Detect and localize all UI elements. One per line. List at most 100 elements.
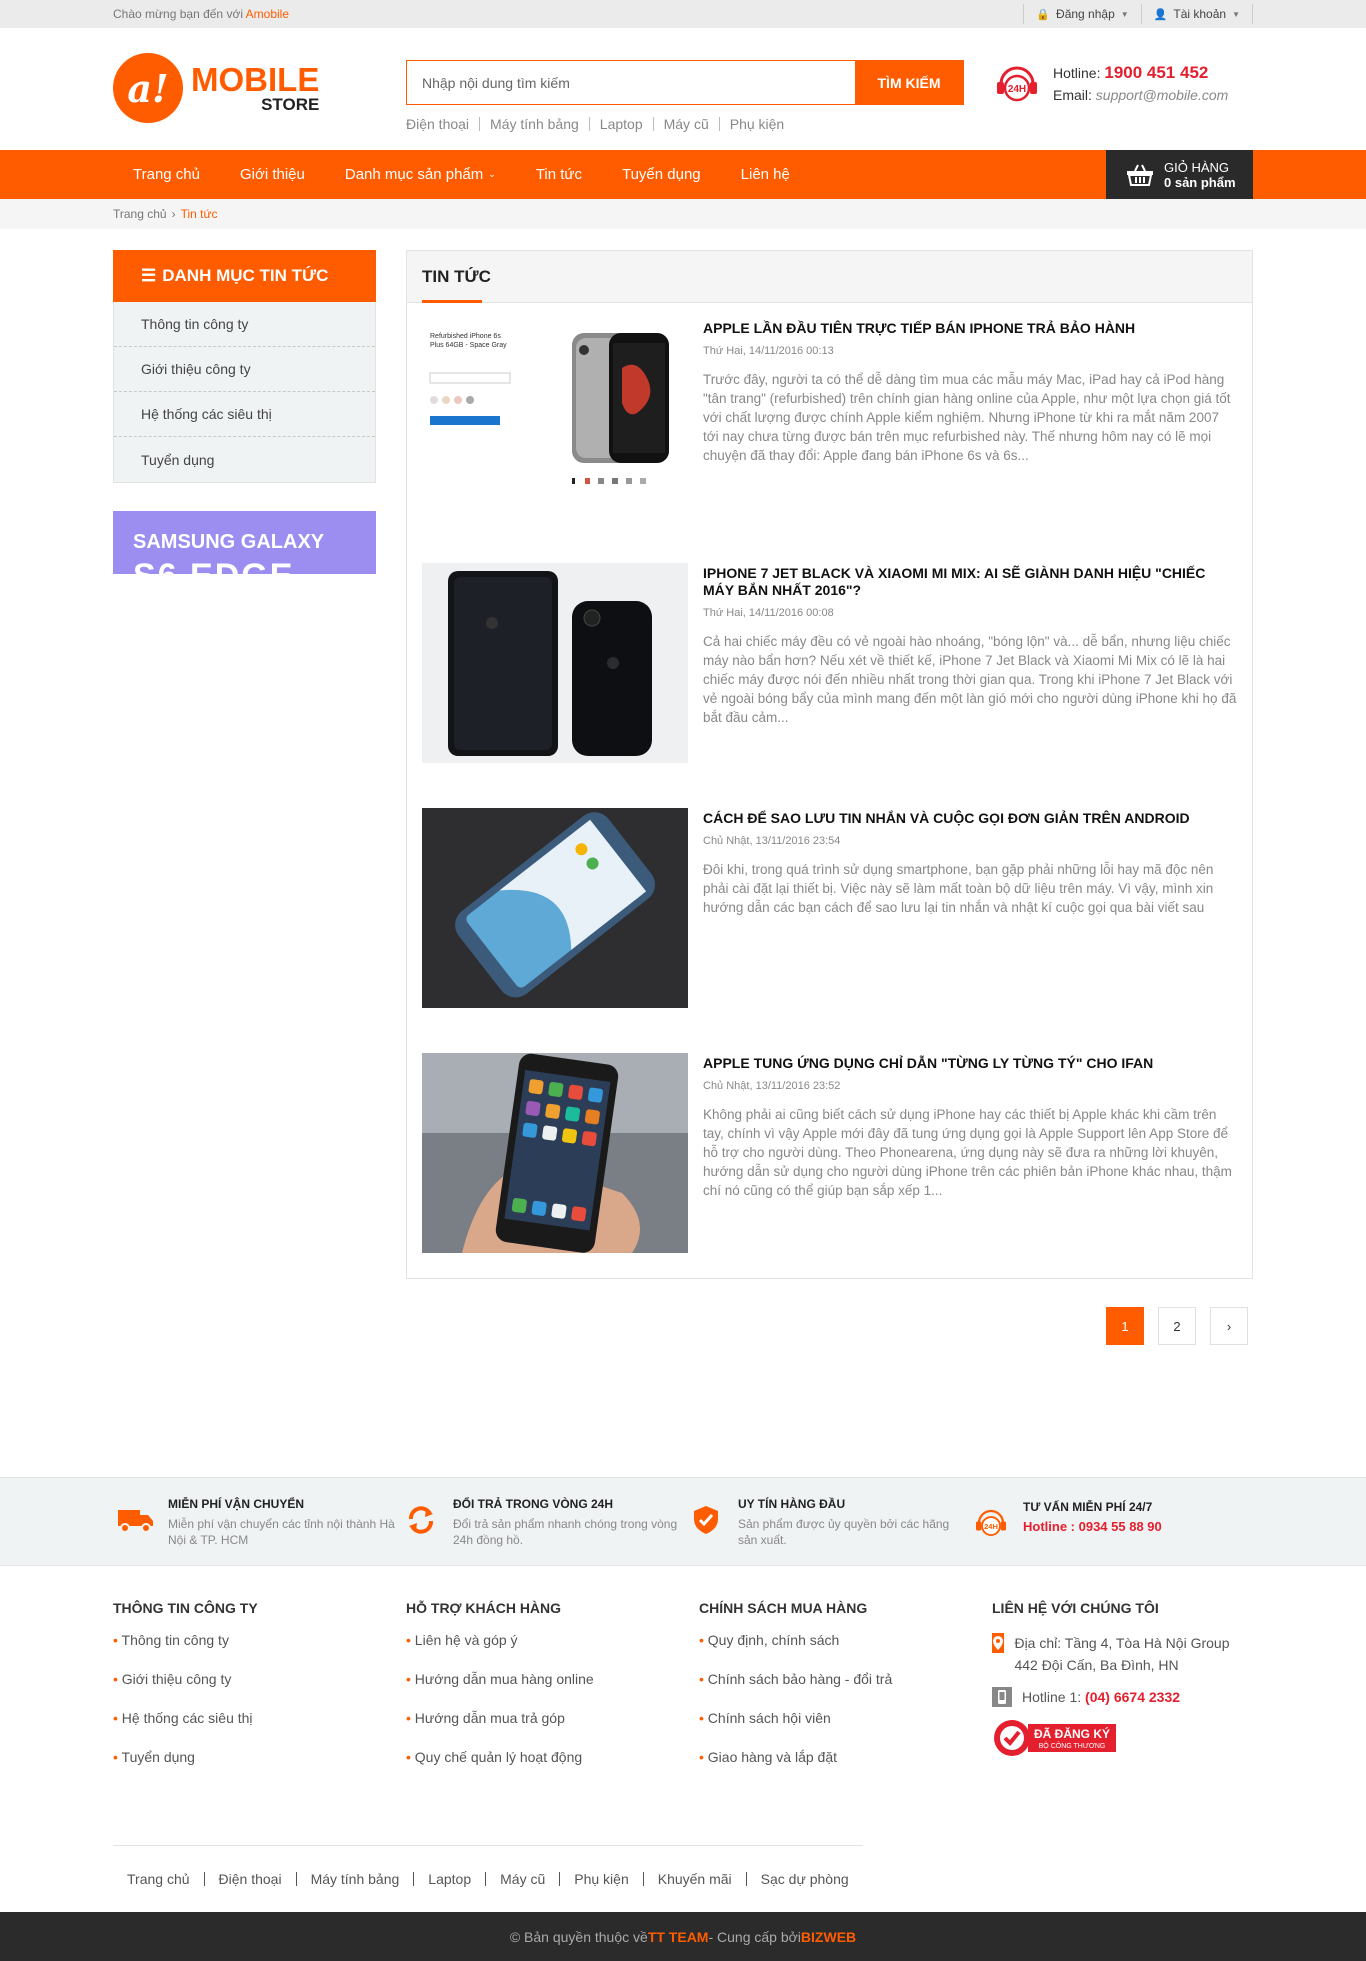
- policy-desc: Miễn phí vận chuyển các tỉnh nội thành H…: [168, 1517, 395, 1547]
- article-thumbnail[interactable]: [422, 563, 688, 763]
- cart-button[interactable]: GIỎ HÀNG 0 sản phẩm: [1106, 150, 1253, 199]
- logo-mark: a!: [113, 53, 183, 123]
- policy-title: MIỄN PHÍ VẬN CHUYỂN: [168, 1497, 305, 1511]
- footer-link[interactable]: Hướng dẫn mua hàng online: [406, 1671, 699, 1710]
- nav-item-contact[interactable]: Liên hệ: [721, 166, 810, 183]
- main-nav: Trang chủ Giới thiệu Danh mục sản phẩm ⌄…: [0, 150, 1366, 199]
- footer-link[interactable]: Liên hệ và góp ý: [406, 1632, 699, 1671]
- email-link[interactable]: support@mobile.com: [1096, 87, 1229, 103]
- logo-store-text: STORE: [261, 95, 320, 114]
- sidebar-title-text: DANH MỤC TIN TỨC: [162, 266, 329, 285]
- sidebar-item-company-intro[interactable]: Giới thiệu công ty: [114, 347, 375, 392]
- sidebar-item-careers[interactable]: Tuyển dụng: [114, 437, 375, 482]
- next-page-button[interactable]: ›: [1210, 1307, 1248, 1345]
- hotline-badge-text: 24H: [1008, 84, 1026, 95]
- welcome-brand-link[interactable]: Amobile: [246, 7, 289, 21]
- footer-nav-link[interactable]: Sạc dự phòng: [745, 1872, 863, 1886]
- footer-link[interactable]: Thông tin công ty: [113, 1632, 406, 1671]
- footer-nav-link[interactable]: Phụ kiện: [559, 1872, 642, 1886]
- promo-banner[interactable]: SAMSUNG GALAXY S6 EDGE: [113, 511, 376, 574]
- footer-link[interactable]: Quy định, chính sách: [699, 1632, 992, 1671]
- footer-link[interactable]: Hướng dẫn mua trả góp: [406, 1710, 699, 1749]
- footer-link[interactable]: Chính sách bảo hàng - đổi trả: [699, 1671, 992, 1710]
- contact-address: Địa chỉ: Tầng 4, Tòa Hà Nội Group 442 Độ…: [1014, 1635, 1230, 1673]
- login-menu[interactable]: 🔒 Đăng nhập ▼: [1023, 4, 1140, 24]
- nav-item-about[interactable]: Giới thiệu: [220, 166, 325, 183]
- policy-desc: Đổi trả sản phẩm nhanh chóng trong vòng …: [453, 1517, 678, 1547]
- policy-desc: Sản phẩm được ủy quyền bởi các hãng sản …: [738, 1517, 950, 1547]
- footer-col-title: THÔNG TIN CÔNG TY: [113, 1600, 258, 1616]
- article-thumbnail[interactable]: [422, 1053, 688, 1253]
- article-title[interactable]: APPLE LẦN ĐẦU TIÊN TRỰC TIẾP BÁN IPHONE …: [703, 320, 1135, 336]
- refresh-icon: [398, 1497, 443, 1542]
- policy-title: UY TÍN HÀNG ĐẦU: [738, 1497, 846, 1511]
- search-tag[interactable]: Máy tính bảng: [479, 117, 589, 131]
- search-tag[interactable]: Điện thoại: [406, 117, 479, 131]
- copyright-provider-link[interactable]: BIZWEB: [801, 1929, 856, 1945]
- footer-link[interactable]: Chính sách hội viên: [699, 1710, 992, 1749]
- policy-hotline[interactable]: Hotline : 0934 55 88 90: [1023, 1519, 1162, 1535]
- lock-icon: 🔒: [1036, 8, 1051, 21]
- search-button[interactable]: TÌM KIẾM: [855, 61, 963, 104]
- breadcrumb-home[interactable]: Trang chủ: [113, 207, 167, 221]
- article-thumbnail[interactable]: [422, 808, 688, 1008]
- policy-title: TƯ VẤN MIỄN PHÍ 24/7: [1023, 1500, 1153, 1514]
- welcome-text: Chào mừng bạn đến với Amobile: [113, 7, 289, 21]
- thumb-text-2: Plus 64GB - Space Gray: [430, 342, 507, 349]
- article-title[interactable]: APPLE TUNG ỨNG DỤNG CHỈ DẪN "TỪNG LY TỪN…: [703, 1055, 1153, 1071]
- account-menu[interactable]: 👤 Tài khoản ▼: [1140, 4, 1253, 24]
- footer-nav-link[interactable]: Trang chủ: [113, 1872, 204, 1886]
- footer-link[interactable]: Hệ thống các siêu thị: [113, 1710, 406, 1749]
- footer-link[interactable]: Giới thiệu công ty: [113, 1671, 406, 1710]
- article-title[interactable]: CÁCH ĐỂ SAO LƯU TIN NHẮN VÀ CUỘC GỌI ĐƠN…: [703, 810, 1190, 826]
- nav-item-news[interactable]: Tin tức: [516, 166, 602, 183]
- sidebar-item-stores[interactable]: Hệ thống các siêu thị: [114, 392, 375, 437]
- article-summary: Đôi khi, trong quá trình sử dụng smartph…: [703, 862, 1214, 915]
- nav-item-products[interactable]: Danh mục sản phẩm ⌄: [325, 166, 516, 183]
- copyright-mid: - Cung cấp bởi: [708, 1928, 801, 1945]
- registered-badge[interactable]: ĐÃ ĐĂNG KÝ BỘ CÔNG THƯƠNG: [992, 1718, 1253, 1761]
- footer-link[interactable]: Quy chế quản lý hoạt động: [406, 1749, 699, 1788]
- news-article: Refurbished iPhone 6s Plus 64GB - Space …: [422, 318, 1237, 563]
- footer-nav-link[interactable]: Máy tính bảng: [295, 1872, 414, 1886]
- article-title[interactable]: IPHONE 7 JET BLACK VÀ XIAOMI MI MIX: AI …: [703, 565, 1205, 598]
- search-input[interactable]: [407, 61, 855, 104]
- policy-support: 24H TƯ VẤN MIỄN PHÍ 24/7 Hotline : 0934 …: [968, 1500, 1253, 1545]
- article-thumbnail[interactable]: Refurbished iPhone 6s Plus 64GB - Space …: [422, 318, 688, 518]
- support-badge-text: 24H: [984, 1522, 998, 1531]
- nav-item-careers[interactable]: Tuyển dụng: [602, 166, 721, 183]
- copyright-team-link[interactable]: TT TEAM: [648, 1929, 709, 1945]
- headset-icon: 24H: [968, 1500, 1013, 1545]
- badge-line2: BỘ CÔNG THƯƠNG: [1039, 1741, 1106, 1750]
- footer-link[interactable]: Giao hàng và lắp đặt: [699, 1749, 992, 1788]
- page-button-1[interactable]: 1: [1106, 1307, 1144, 1345]
- footer-nav-link[interactable]: Điện thoại: [203, 1872, 296, 1886]
- search-tag[interactable]: Phụ kiện: [718, 117, 794, 131]
- hotline-number[interactable]: 1900 451 452: [1104, 63, 1208, 82]
- footer-col-company: THÔNG TIN CÔNG TY Thông tin công ty Giới…: [113, 1600, 406, 1788]
- footer-link[interactable]: Tuyển dụng: [113, 1749, 406, 1788]
- top-bar: Chào mừng bạn đến với Amobile 🔒 Đăng nhậ…: [0, 0, 1366, 28]
- headset-24h-icon: 24H: [997, 66, 1037, 102]
- footer-col-title: CHÍNH SÁCH MUA HÀNG: [699, 1600, 868, 1616]
- policy-title: ĐỔI TRẢ TRONG VÒNG 24H: [453, 1497, 614, 1511]
- page-button-2[interactable]: 2: [1158, 1307, 1196, 1345]
- contact-phone[interactable]: (04) 6674 2332: [1085, 1689, 1180, 1705]
- cart-title: GIỎ HÀNG: [1164, 159, 1230, 175]
- footer-nav-link[interactable]: Khuyến mãi: [642, 1872, 746, 1886]
- sidebar-item-company-info[interactable]: Thông tin công ty: [114, 302, 375, 347]
- logo-mobile-text: MOBILE: [191, 61, 320, 98]
- nav-item-home[interactable]: Trang chủ: [113, 166, 220, 183]
- copyright-prefix: © Bản quyền thuộc về: [509, 1928, 648, 1945]
- chevron-down-icon: ▼: [1232, 9, 1240, 19]
- footer-col-contact: LIÊN HỆ VỚI CHÚNG TÔI Địa chỉ: Tầng 4, T…: [992, 1600, 1253, 1788]
- search-tag[interactable]: Laptop: [588, 117, 653, 131]
- article-date: Chủ Nhật, 13/11/2016 23:52: [703, 1080, 841, 1092]
- banner-line1: SAMSUNG GALAXY: [133, 531, 325, 553]
- banner-line2: S6 EDGE: [133, 557, 294, 574]
- search-tag[interactable]: Máy cũ: [652, 117, 719, 131]
- basket-icon: [1127, 164, 1153, 186]
- site-logo[interactable]: a! MOBILE STORE: [113, 53, 319, 123]
- footer-nav-link[interactable]: Laptop: [413, 1872, 485, 1886]
- footer-nav-link[interactable]: Máy cũ: [485, 1872, 559, 1886]
